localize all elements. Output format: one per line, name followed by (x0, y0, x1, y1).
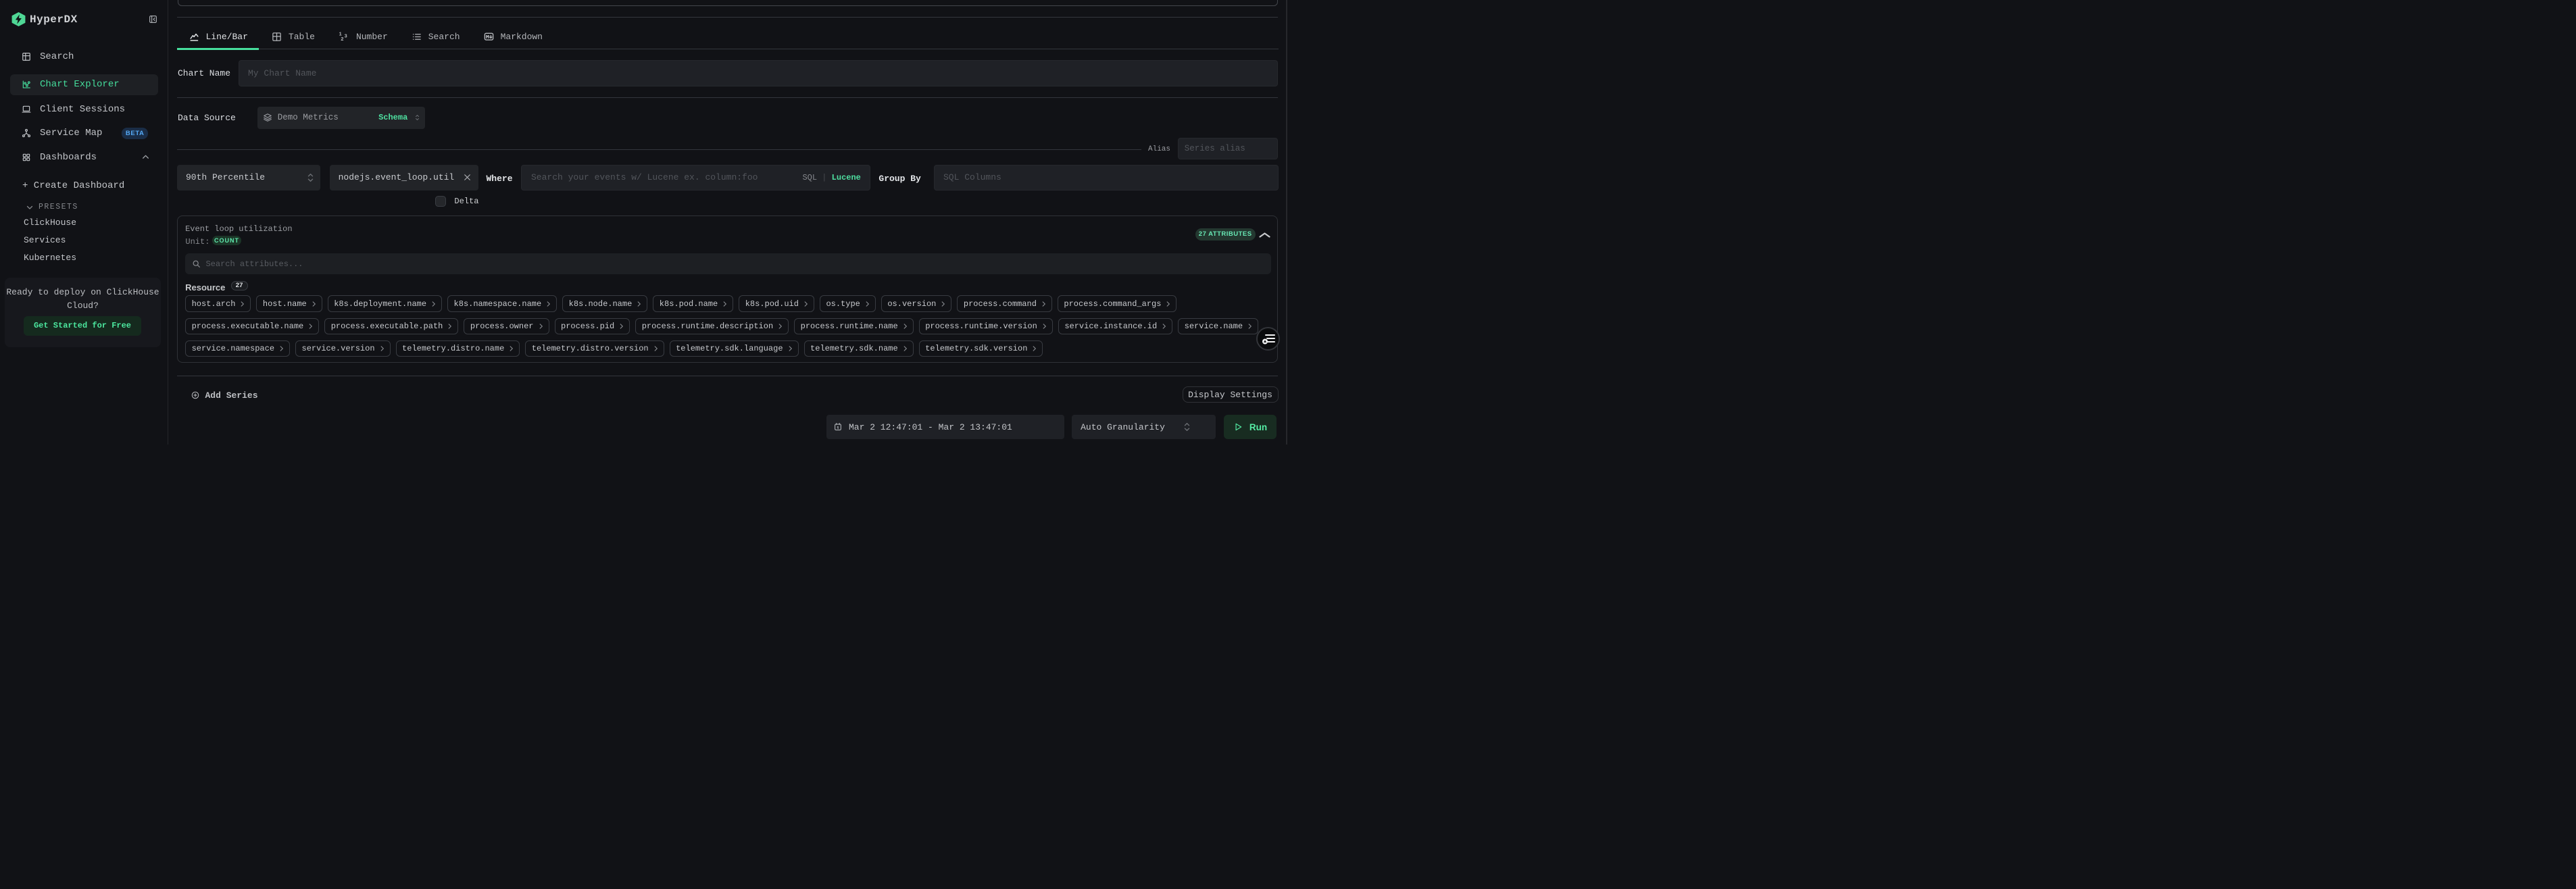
svg-text:2: 2 (341, 36, 343, 42)
svg-text:3: 3 (345, 32, 347, 39)
